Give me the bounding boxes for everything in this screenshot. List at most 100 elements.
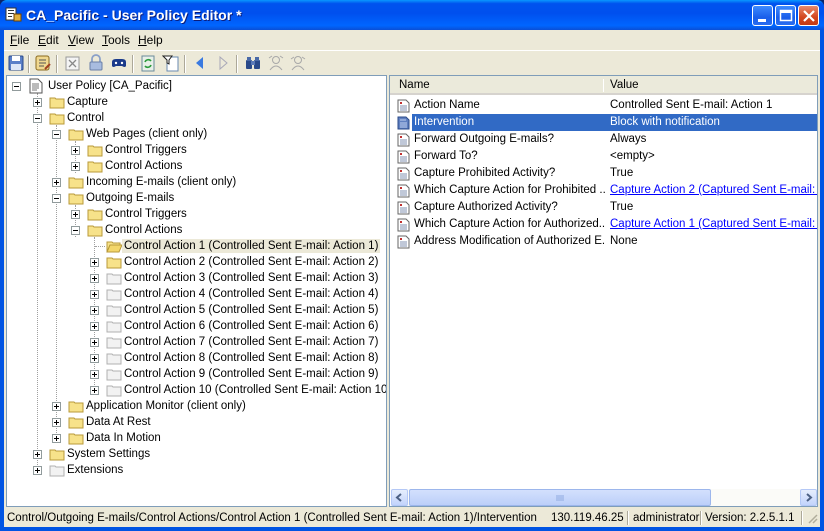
menu-view[interactable]: View [68, 33, 94, 47]
expand-toggle[interactable] [90, 258, 99, 267]
forward-icon[interactable] [214, 54, 232, 72]
tree-node-action-6[interactable]: Control Action 6 (Controlled Sent E-mail… [7, 318, 386, 334]
property-icon-selected [397, 116, 410, 130]
property-row[interactable]: Which Capture Action for Authorized... C… [390, 216, 817, 233]
collapse-toggle[interactable] [52, 130, 61, 139]
tree-node-control[interactable]: Control [7, 110, 386, 126]
tree-node-capture[interactable]: Capture [7, 94, 386, 110]
title-bar[interactable]: CA_Pacific - User Policy Editor * [0, 0, 824, 30]
tree-node-web-actions[interactable]: Control Actions [7, 158, 386, 174]
tree-node-web-triggers[interactable]: Control Triggers [7, 142, 386, 158]
column-header-name[interactable]: Name [399, 79, 430, 91]
property-row[interactable]: Which Capture Action for Prohibited ... … [390, 182, 817, 199]
property-value-link[interactable]: Capture Action 1 (Captured Sent E-mail: … [610, 218, 817, 230]
property-row-selected[interactable]: Intervention Block with notification [390, 114, 817, 131]
menu-tools[interactable]: Tools [102, 33, 130, 47]
menu-help[interactable]: Help [138, 33, 163, 47]
tree-node-action-2[interactable]: Control Action 2 (Controlled Sent E-mail… [7, 254, 386, 270]
property-row[interactable]: Address Modification of Authorized E... … [390, 233, 817, 250]
expand-toggle[interactable] [90, 370, 99, 379]
expand-toggle[interactable] [33, 466, 42, 475]
tree-label: Control Action 6 (Controlled Sent E-mail… [124, 320, 379, 332]
status-user: administrator [633, 512, 700, 524]
tree-node-app-monitor[interactable]: Application Monitor (client only) [7, 398, 386, 414]
find-user-alt-icon[interactable] [289, 54, 307, 72]
tree-label: Control Action 7 (Controlled Sent E-mail… [124, 336, 379, 348]
expand-toggle[interactable] [52, 178, 61, 187]
resize-grip-icon[interactable] [807, 513, 819, 525]
property-row[interactable]: Capture Prohibited Activity? True [390, 165, 817, 182]
tree-node-web-pages[interactable]: Web Pages (client only) [7, 126, 386, 142]
back-icon[interactable] [191, 54, 209, 72]
tree-node-action-3[interactable]: Control Action 3 (Controlled Sent E-mail… [7, 270, 386, 286]
scroll-right-button[interactable] [800, 489, 817, 506]
menu-accel: H [138, 33, 147, 47]
tree-node-outgoing-emails[interactable]: Outgoing E-mails [7, 190, 386, 206]
scroll-thumb[interactable] [409, 489, 711, 506]
tree-node-incoming-emails[interactable]: Incoming E-mails (client only) [7, 174, 386, 190]
property-row[interactable]: Capture Authorized Activity? True [390, 199, 817, 216]
expand-toggle[interactable] [33, 450, 42, 459]
property-row[interactable]: Forward To? <empty> [390, 148, 817, 165]
refresh-icon[interactable] [139, 54, 157, 72]
app-window: CA_Pacific - User Policy Editor * File E… [0, 0, 824, 531]
tree-label: Control Action 10 (Controlled Sent E-mai… [124, 384, 387, 396]
tree-node-action-8[interactable]: Control Action 8 (Controlled Sent E-mail… [7, 350, 386, 366]
expand-toggle[interactable] [71, 210, 80, 219]
expand-toggle[interactable] [90, 322, 99, 331]
gamepad-icon[interactable] [110, 54, 128, 72]
delete-icon[interactable] [64, 54, 82, 72]
tree-node-action-10[interactable]: Control Action 10 (Controlled Sent E-mai… [7, 382, 387, 398]
tree-node-extensions[interactable]: Extensions [7, 462, 386, 478]
tree-node-data-at-rest[interactable]: Data At Rest [7, 414, 386, 430]
policy-tree[interactable]: User Policy [CA_Pacific] Capture Control… [6, 75, 387, 507]
property-row[interactable]: Action Name Controlled Sent E-mail: Acti… [390, 97, 817, 114]
lock-icon[interactable] [87, 54, 105, 72]
property-value-link[interactable]: Capture Action 2 (Captured Sent E-mail: … [610, 184, 817, 196]
expand-toggle[interactable] [71, 162, 80, 171]
expand-toggle[interactable] [90, 274, 99, 283]
property-value: <empty> [610, 150, 655, 162]
save-icon[interactable] [7, 54, 25, 72]
minimize-button[interactable] [752, 5, 773, 26]
disabled-folder-icon [106, 289, 122, 301]
collapse-toggle[interactable] [12, 82, 21, 91]
scroll-left-button[interactable] [391, 489, 408, 506]
expand-toggle[interactable] [33, 98, 42, 107]
filter-icon[interactable] [162, 54, 180, 72]
column-divider[interactable] [603, 79, 604, 92]
tree-node-action-9[interactable]: Control Action 9 (Controlled Sent E-mail… [7, 366, 386, 382]
find-user-icon[interactable] [267, 54, 285, 72]
tree-node-root[interactable]: User Policy [CA_Pacific] [7, 78, 386, 94]
tree-node-action-7[interactable]: Control Action 7 (Controlled Sent E-mail… [7, 334, 386, 350]
expand-toggle[interactable] [52, 418, 61, 427]
collapse-toggle[interactable] [33, 114, 42, 123]
menu-edit[interactable]: Edit [38, 33, 59, 47]
collapse-toggle[interactable] [71, 226, 80, 235]
tree-node-system-settings[interactable]: System Settings [7, 446, 386, 462]
tree-node-action-1[interactable]: Control Action 1 (Controlled Sent E-mail… [7, 238, 386, 254]
property-row[interactable]: Forward Outgoing E-mails? Always [390, 131, 817, 148]
expand-toggle[interactable] [71, 146, 80, 155]
expand-toggle[interactable] [90, 306, 99, 315]
properties-list[interactable]: Name Value Action Name Controlled Sent E… [389, 75, 818, 507]
menu-file[interactable]: File [10, 33, 29, 47]
tree-node-action-5[interactable]: Control Action 5 (Controlled Sent E-mail… [7, 302, 386, 318]
maximize-button[interactable] [775, 5, 796, 26]
tree-node-data-in-motion[interactable]: Data In Motion [7, 430, 386, 446]
tree-node-action-4[interactable]: Control Action 4 (Controlled Sent E-mail… [7, 286, 386, 302]
expand-toggle[interactable] [52, 402, 61, 411]
tree-node-out-actions[interactable]: Control Actions [7, 222, 386, 238]
expand-toggle[interactable] [52, 434, 61, 443]
find-icon[interactable] [244, 54, 262, 72]
column-header-value[interactable]: Value [610, 79, 639, 91]
expand-toggle[interactable] [90, 354, 99, 363]
close-button[interactable] [798, 5, 819, 26]
tree-node-out-triggers[interactable]: Control Triggers [7, 206, 386, 222]
expand-toggle[interactable] [90, 290, 99, 299]
expand-toggle[interactable] [90, 386, 99, 395]
edit-notes-icon[interactable] [34, 54, 52, 72]
expand-toggle[interactable] [90, 338, 99, 347]
horizontal-scrollbar[interactable] [391, 489, 817, 506]
collapse-toggle[interactable] [52, 194, 61, 203]
